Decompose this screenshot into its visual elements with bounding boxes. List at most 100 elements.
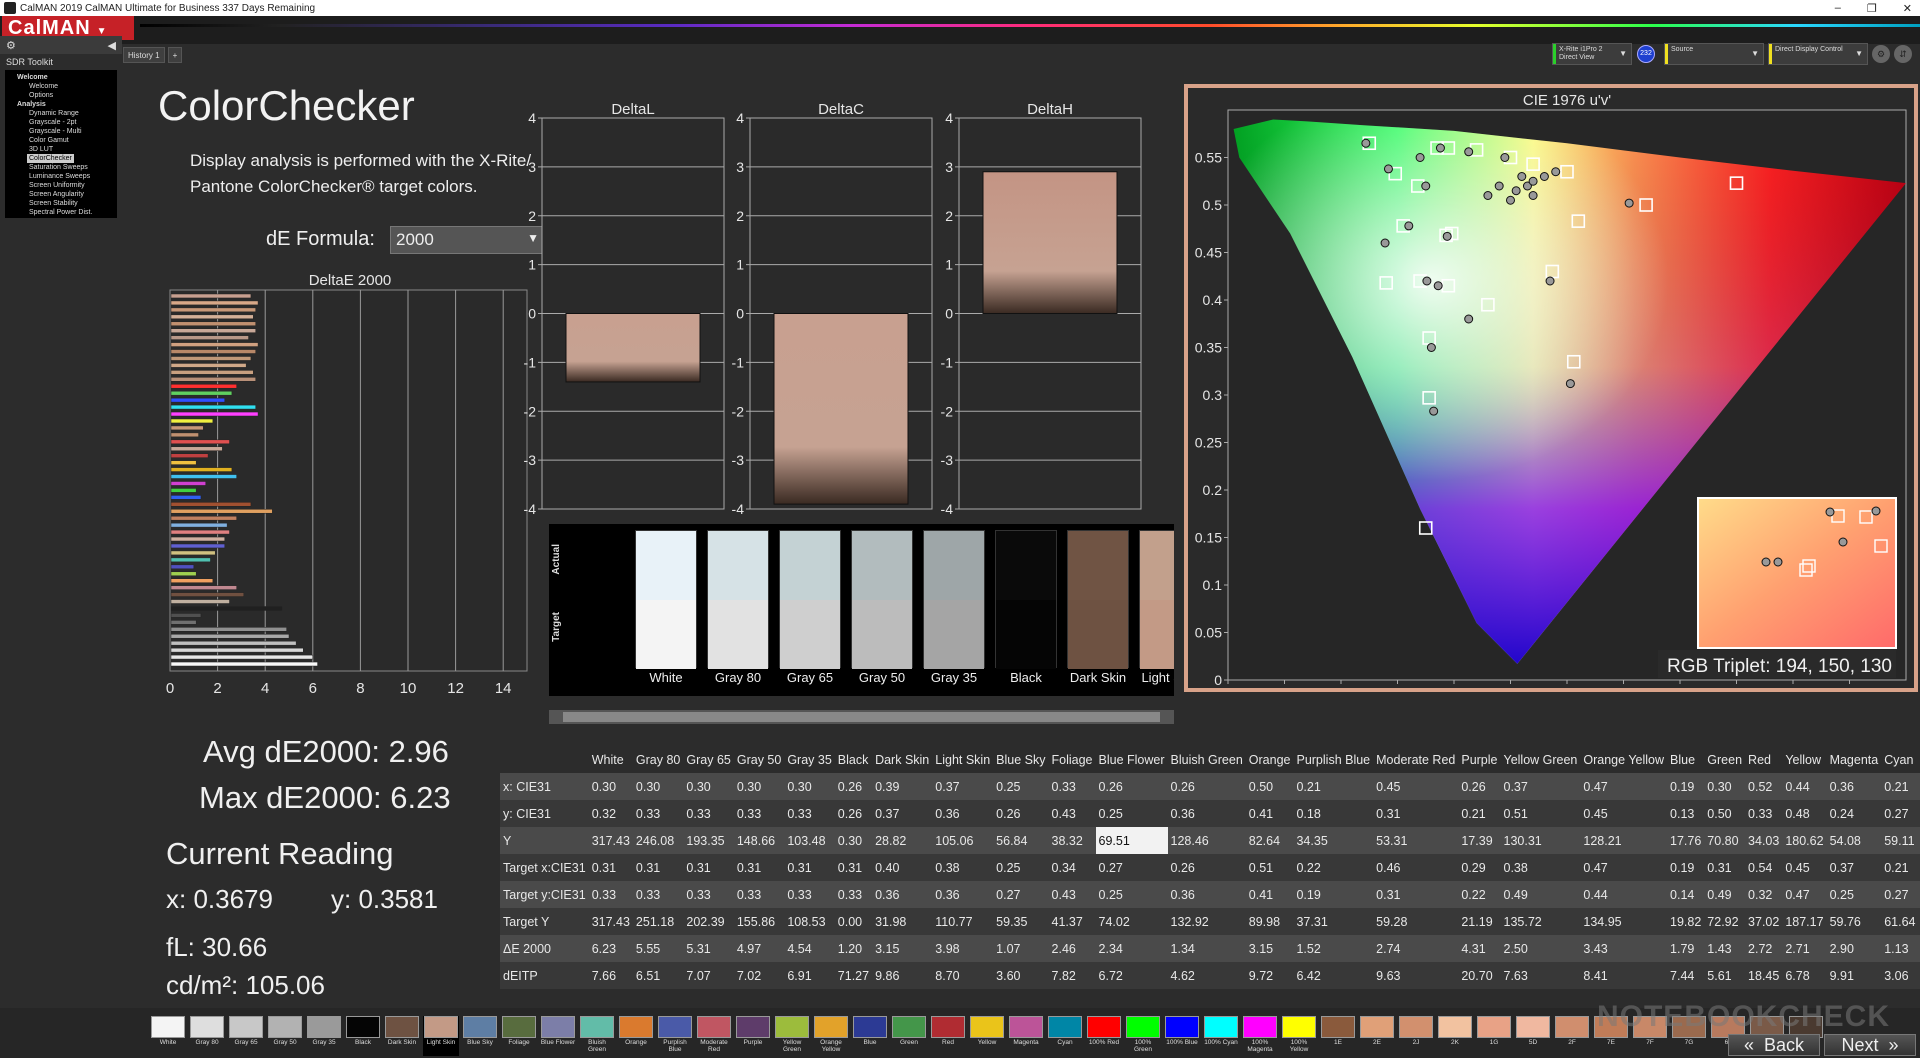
color-swatch-button[interactable]: 1E (1320, 1016, 1356, 1056)
meter-badge[interactable]: 232 (1637, 45, 1655, 63)
table-cell: 135.72 (1500, 908, 1581, 935)
swatch-gray-35[interactable] (923, 530, 985, 669)
color-swatch-button[interactable]: 100% Magenta (1242, 1016, 1278, 1056)
swatch-color (307, 1016, 341, 1038)
color-swatch-button[interactable]: Yellow Green (774, 1016, 810, 1056)
tree-item[interactable]: Screen Angularity (9, 190, 113, 199)
color-swatch-button[interactable]: Magenta (1008, 1016, 1044, 1056)
color-swatch-button[interactable]: Cyan (1047, 1016, 1083, 1056)
column-header: Gray 50 (733, 746, 785, 773)
add-tab-button[interactable]: + (167, 47, 183, 63)
color-swatch-button[interactable]: 2F (1554, 1016, 1590, 1056)
tree-item[interactable]: Grayscale - 2pt (9, 118, 113, 127)
settings-icon[interactable]: ⚙ (1872, 45, 1890, 63)
swatch-gray-65[interactable] (779, 530, 841, 669)
color-swatch-button[interactable]: Purplish Blue (657, 1016, 693, 1056)
table-cell: 0.32 (588, 800, 633, 827)
y-tick-label: 4 (736, 110, 744, 126)
tree-section[interactable]: Analysis (9, 100, 113, 109)
next-button[interactable]: Next » (1824, 1034, 1916, 1056)
actual-color (996, 531, 1056, 600)
color-swatch-button[interactable]: 100% Blue (1164, 1016, 1200, 1056)
collapse-icon[interactable]: ◀ (108, 39, 116, 52)
swatch-gray-80[interactable] (707, 530, 769, 669)
color-swatch-button[interactable]: 2E (1359, 1016, 1395, 1056)
swatch-light-skin[interactable] (1139, 530, 1174, 669)
swatch-dark-skin[interactable] (1067, 530, 1129, 669)
color-swatch-button[interactable]: Green (891, 1016, 927, 1056)
color-swatch-button[interactable]: 1G (1476, 1016, 1512, 1056)
tree-item[interactable]: Dynamic Range (9, 109, 113, 118)
table-cell: 134.95 (1580, 908, 1668, 935)
tree-item[interactable]: Screen Stability (9, 199, 113, 208)
bar-7F (170, 557, 211, 563)
color-swatch-button[interactable]: Gray 50 (267, 1016, 303, 1056)
swatch-label: Gray 50 (858, 670, 906, 685)
color-swatch-button[interactable]: Blue (852, 1016, 888, 1056)
x-tick-label: 8 (356, 680, 364, 697)
color-swatch-button[interactable]: Red (930, 1016, 966, 1056)
column-header: Gray 35 (784, 746, 835, 773)
color-swatch-button[interactable]: Orange (618, 1016, 654, 1056)
color-swatch-button[interactable]: Gray 80 (189, 1016, 225, 1056)
tab-history-1[interactable]: History 1 (123, 47, 165, 63)
color-swatch-button[interactable]: Gray 35 (306, 1016, 342, 1056)
pin-icon[interactable]: ⇵ (1894, 45, 1912, 63)
color-swatch-button[interactable]: Dark Skin (384, 1016, 420, 1056)
color-swatch-button[interactable]: 100% Cyan (1203, 1016, 1239, 1056)
tree-item[interactable]: 3D LUT (9, 145, 113, 154)
close-button[interactable]: ✕ (1903, 2, 1912, 15)
tree-item[interactable]: Options (9, 91, 113, 100)
swatch-white[interactable] (635, 530, 697, 669)
minimize-button[interactable]: – (1835, 2, 1841, 14)
color-swatch-button[interactable]: Light Skin (423, 1016, 459, 1056)
color-swatch-button[interactable]: 5D (1515, 1016, 1551, 1056)
tree-item[interactable]: ColorChecker (27, 154, 74, 163)
color-swatch-button[interactable]: Gray 65 (228, 1016, 264, 1056)
color-swatch-button[interactable]: 100% Red (1086, 1016, 1122, 1056)
color-swatch-button[interactable]: Bluish Green (579, 1016, 615, 1056)
tree-item[interactable]: Welcome (9, 82, 113, 91)
table-cell: 0.33 (1745, 800, 1783, 827)
tree-item[interactable]: Screen Uniformity (9, 181, 113, 190)
maximize-button[interactable]: ❐ (1867, 2, 1877, 15)
color-swatch-button[interactable]: Yellow (969, 1016, 1005, 1056)
swatch-label: Orange (625, 1039, 647, 1046)
tree-item[interactable]: Luminance Sweeps (9, 172, 113, 181)
color-swatch-button[interactable]: 2J (1398, 1016, 1434, 1056)
swatch-black[interactable] (995, 530, 1057, 669)
color-swatch-button[interactable]: Blue Sky (462, 1016, 498, 1056)
swatch-label: 100% Magenta (1247, 1039, 1273, 1053)
color-swatch-button[interactable]: 100% Yellow (1281, 1016, 1317, 1056)
measured-point (1545, 276, 1555, 286)
de-formula-select[interactable]: 2000 ▼ (390, 226, 546, 254)
color-swatch-button[interactable]: Orange Yellow (813, 1016, 849, 1056)
y-tick-label: 0 (945, 306, 953, 322)
scrollbar-thumb[interactable] (563, 712, 1160, 722)
meter-selector[interactable]: X-Rite i1Pro 2 Direct View ▼ (1552, 43, 1632, 65)
color-swatch-button[interactable]: Black (345, 1016, 381, 1056)
swatch-gray-50[interactable] (851, 530, 913, 669)
color-swatch-button[interactable]: Purple (735, 1016, 771, 1056)
table-cell: 0.21 (1458, 800, 1501, 827)
color-swatch-button[interactable]: Blue Flower (540, 1016, 576, 1056)
swatch-color (892, 1016, 926, 1038)
table-cell: 0.27 (1095, 854, 1168, 881)
settings-icon[interactable]: ⚙ (6, 39, 16, 52)
swatch-strip-scrollbar[interactable] (549, 710, 1174, 724)
table-cell: 4.97 (733, 935, 785, 962)
display-selector[interactable]: Direct Display Control ▼ (1768, 43, 1868, 65)
color-swatch-button[interactable]: White (150, 1016, 186, 1056)
color-swatch-button[interactable]: Moderate Red (696, 1016, 732, 1056)
source-selector[interactable]: Source ▼ (1664, 43, 1764, 65)
color-swatch-button[interactable]: 100% Green (1125, 1016, 1161, 1056)
tree-item[interactable]: Color Gamut (9, 136, 113, 145)
back-button[interactable]: « Back (1728, 1034, 1820, 1056)
color-swatch-button[interactable]: Foliage (501, 1016, 537, 1056)
tree-section[interactable]: Welcome (9, 73, 113, 82)
tree-item[interactable]: Grayscale - Multi (9, 127, 113, 136)
tree-item[interactable]: Spectral Power Dist. (9, 208, 113, 217)
bar-Green (170, 425, 204, 431)
tree-item[interactable]: Saturation Sweeps (9, 163, 113, 172)
color-swatch-button[interactable]: 2K (1437, 1016, 1473, 1056)
